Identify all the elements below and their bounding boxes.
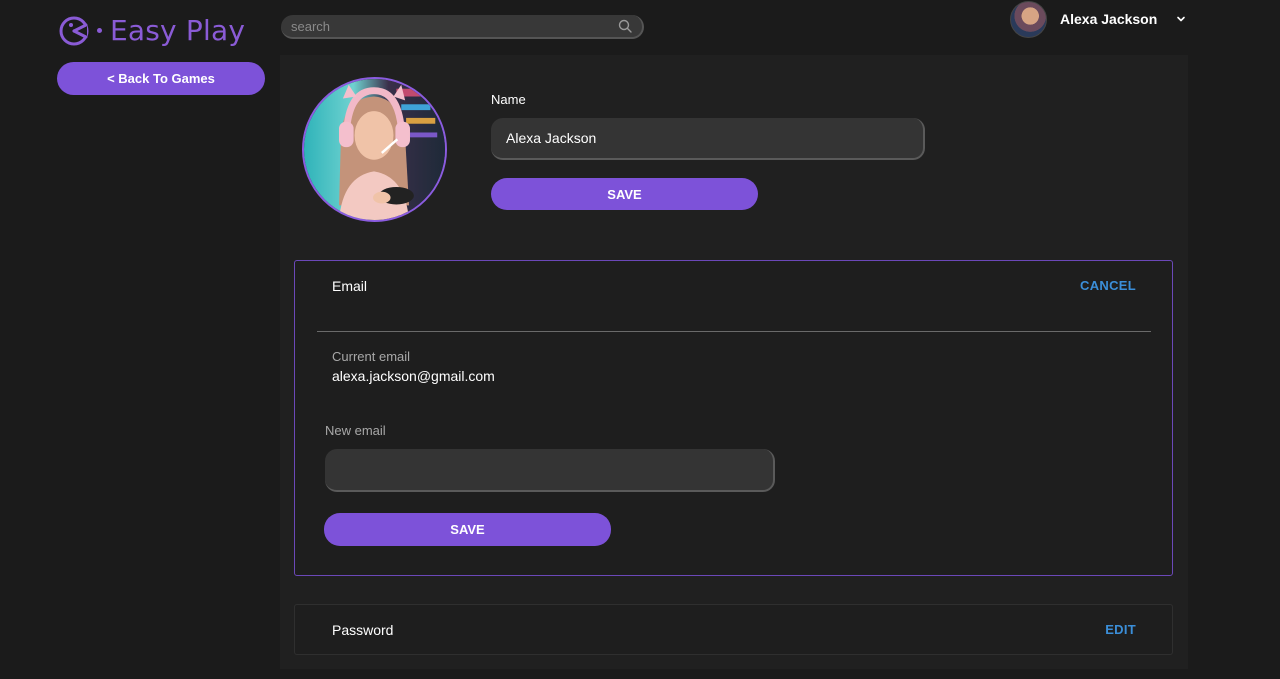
profile-photo[interactable] — [302, 77, 447, 222]
back-to-games-button[interactable]: < Back To Games — [57, 62, 265, 95]
search-input[interactable] — [291, 18, 612, 34]
divider — [317, 331, 1151, 332]
pacman-logo-icon — [59, 16, 89, 45]
user-name[interactable]: Alexa Jackson — [1060, 11, 1157, 27]
edit-password-button[interactable]: EDIT — [1105, 622, 1136, 637]
search-icon[interactable] — [618, 19, 632, 33]
cancel-email-button[interactable]: CANCEL — [1080, 278, 1136, 293]
email-section: Email CANCEL Current email alexa.jackson… — [294, 260, 1173, 576]
name-field[interactable] — [491, 118, 925, 160]
password-section-title: Password — [332, 622, 394, 638]
email-section-title: Email — [332, 278, 368, 294]
chevron-down-icon[interactable] — [1176, 14, 1186, 24]
new-email-field[interactable] — [325, 449, 775, 492]
profile-settings-panel: Name SAVE Email CANCEL Current email ale… — [280, 55, 1188, 669]
new-email-label: New email — [325, 423, 386, 438]
save-email-button[interactable]: SAVE — [324, 513, 611, 546]
avatar[interactable] — [1010, 0, 1047, 38]
current-email-value: alexa.jackson@gmail.com — [332, 368, 495, 384]
brand-logo[interactable]: Easy Play — [58, 14, 245, 47]
logo-dot — [97, 28, 102, 33]
current-email-label: Current email — [332, 349, 411, 364]
password-section: Password EDIT — [294, 604, 1173, 655]
save-name-button[interactable]: SAVE — [491, 178, 758, 210]
profile-photo-image — [304, 79, 445, 220]
brand-name: Easy Play — [110, 14, 246, 47]
user-menu[interactable]: Alexa Jackson — [1010, 0, 1186, 38]
name-label: Name — [491, 92, 526, 107]
search-bar[interactable] — [281, 15, 644, 39]
